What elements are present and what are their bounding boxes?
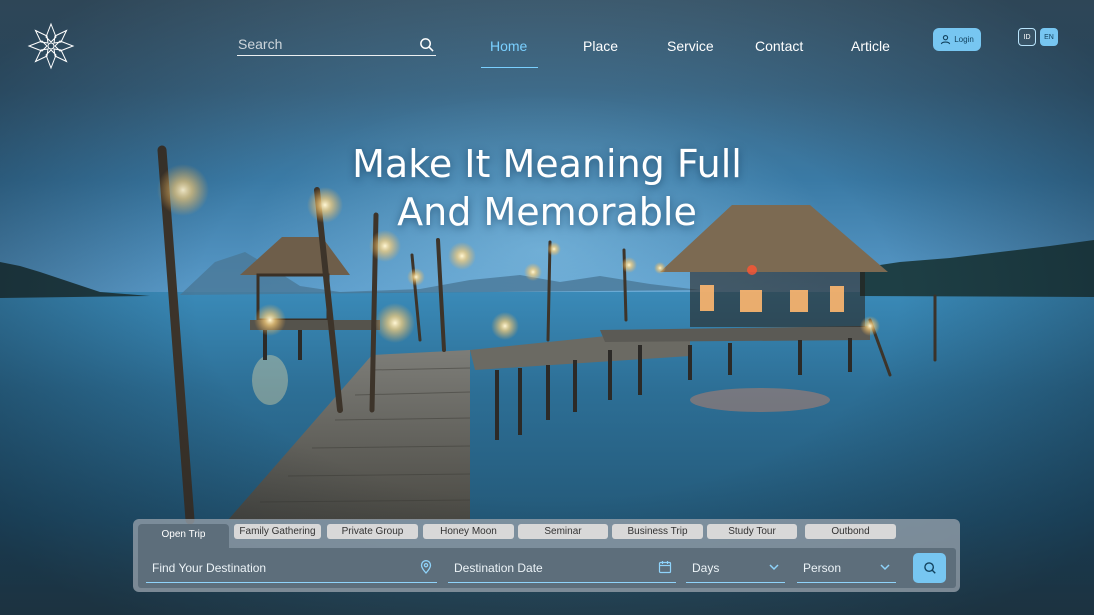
tab-private-group[interactable]: Private Group — [327, 524, 418, 539]
search-input[interactable] — [238, 34, 413, 54]
hero-headline: Make It Meaning Full And Memorable — [247, 140, 847, 236]
search-trip-button[interactable] — [913, 553, 946, 583]
hero-line-2: And Memorable — [397, 190, 697, 234]
map-pin-icon — [420, 560, 432, 574]
language-en-button[interactable]: EN — [1040, 28, 1058, 46]
login-button[interactable]: Login — [933, 28, 981, 51]
nav-item-service[interactable]: Service — [667, 38, 714, 54]
login-label: Login — [954, 35, 974, 44]
lotus-logo-icon[interactable] — [27, 22, 75, 70]
tab-seminar[interactable]: Seminar — [518, 524, 608, 539]
tab-open-trip[interactable]: Open Trip — [138, 524, 229, 548]
tab-honey-moon[interactable]: Honey Moon — [423, 524, 514, 539]
hero-line-1: Make It Meaning Full — [352, 142, 742, 186]
nav-item-place[interactable]: Place — [583, 38, 618, 54]
destination-placeholder: Find Your Destination — [152, 561, 267, 575]
tab-outbond[interactable]: Outbond — [805, 524, 896, 539]
person-select[interactable]: Person — [797, 555, 896, 583]
tab-business-trip[interactable]: Business Trip — [612, 524, 703, 539]
person-label: Person — [803, 561, 842, 575]
calendar-icon — [658, 561, 672, 574]
search-icon — [923, 562, 936, 574]
tab-family-gathering[interactable]: Family Gathering — [234, 524, 321, 539]
nav-item-article[interactable]: Article — [851, 38, 890, 54]
language-id-button[interactable]: ID — [1018, 28, 1036, 46]
active-nav-indicator — [481, 67, 538, 68]
nav-item-home[interactable]: Home — [490, 38, 527, 54]
nav-item-contact[interactable]: Contact — [755, 38, 803, 54]
search-icon[interactable] — [419, 37, 434, 52]
days-label: Days — [692, 561, 720, 575]
destination-field[interactable]: Find Your Destination — [146, 555, 437, 583]
search-bar — [237, 34, 436, 56]
tab-study-tour[interactable]: Study Tour — [707, 524, 797, 539]
destination-date-field[interactable]: Destination Date — [448, 555, 676, 583]
days-select[interactable]: Days — [686, 555, 785, 583]
user-icon — [941, 35, 951, 45]
chevron-down-icon — [880, 564, 890, 571]
chevron-down-icon — [769, 564, 779, 571]
date-placeholder: Destination Date — [454, 561, 543, 575]
